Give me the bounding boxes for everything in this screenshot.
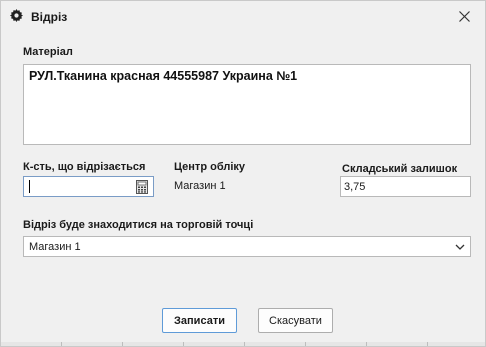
calculator-icon[interactable] — [136, 180, 148, 194]
accounting-center-label: Центр обліку — [174, 161, 246, 173]
material-label: Матеріал — [23, 46, 73, 58]
chevron-down-icon — [454, 241, 466, 253]
bottom-divider — [1, 342, 485, 346]
cancel-button[interactable]: Скасувати — [258, 308, 333, 333]
material-value: РУЛ.Тканина красная 44555987 Украина №1 — [29, 69, 298, 83]
retail-point-label: Відріз буде знаходитися на торговій точц… — [23, 219, 254, 231]
stock-balance-field[interactable]: 3,75 — [340, 176, 471, 197]
stock-balance-value: 3,75 — [344, 181, 366, 193]
close-button[interactable] — [455, 6, 473, 26]
save-button[interactable]: Записати — [162, 308, 237, 333]
stock-balance-label: Складський залишок — [342, 163, 458, 175]
gear-icon — [10, 9, 23, 22]
accounting-center-value: Магазин 1 — [174, 180, 226, 192]
retail-point-select[interactable]: Магазин 1 — [23, 236, 471, 257]
text-caret — [29, 180, 30, 193]
material-field[interactable]: РУЛ.Тканина красная 44555987 Украина №1 — [23, 64, 471, 145]
title-bar: Відріз — [1, 1, 485, 32]
window-title: Відріз — [31, 10, 68, 24]
retail-point-selected: Магазин 1 — [29, 241, 81, 253]
quantity-input[interactable] — [23, 176, 154, 197]
quantity-label: К-сть, що відрізається — [23, 161, 146, 173]
close-icon — [458, 10, 470, 22]
cut-dialog-window: Відріз Матеріал РУЛ.Тканина красная 4455… — [0, 0, 486, 347]
